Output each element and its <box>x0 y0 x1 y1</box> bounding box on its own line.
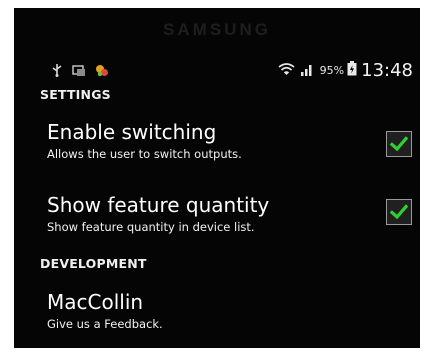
checkmark-icon <box>389 136 409 152</box>
status-bar: 95% 13:48 <box>14 58 420 82</box>
maccollin-preference[interactable]: MacCollin Give us a Feedback. <box>47 290 420 332</box>
show-feature-quantity-summary: Show feature quantity in device list. <box>47 220 255 234</box>
checkmark-icon <box>389 204 409 220</box>
settings-category-header: SETTINGS <box>40 87 111 102</box>
screenshot-icon <box>72 62 86 81</box>
device-brand: SAMSUNG <box>163 20 271 39</box>
enable-switching-preference[interactable]: Enable switching Allows the user to swit… <box>47 120 420 162</box>
battery-percentage: 95% <box>319 63 345 77</box>
signal-icon <box>300 61 314 80</box>
usb-icon <box>51 62 63 81</box>
wifi-icon <box>278 61 295 80</box>
show-feature-quantity-title: Show feature quantity <box>47 193 270 217</box>
enable-switching-summary: Allows the user to switch outputs. <box>47 147 242 161</box>
show-feature-quantity-preference[interactable]: Show feature quantity Show feature quant… <box>47 193 420 235</box>
app-notification-icon <box>95 62 109 81</box>
maccollin-title: MacCollin <box>47 290 144 314</box>
status-time: 13:48 <box>361 59 413 81</box>
enable-switching-checkbox[interactable] <box>386 131 412 157</box>
enable-switching-title: Enable switching <box>47 120 217 144</box>
battery-icon <box>347 60 357 80</box>
development-category-header: DEVELOPMENT <box>40 256 147 271</box>
maccollin-summary: Give us a Feedback. <box>47 317 163 331</box>
phone-screen: SAMSUNG 95% 13:48 SETTINGS Enable switch… <box>14 8 420 348</box>
show-feature-quantity-checkbox[interactable] <box>386 199 412 225</box>
